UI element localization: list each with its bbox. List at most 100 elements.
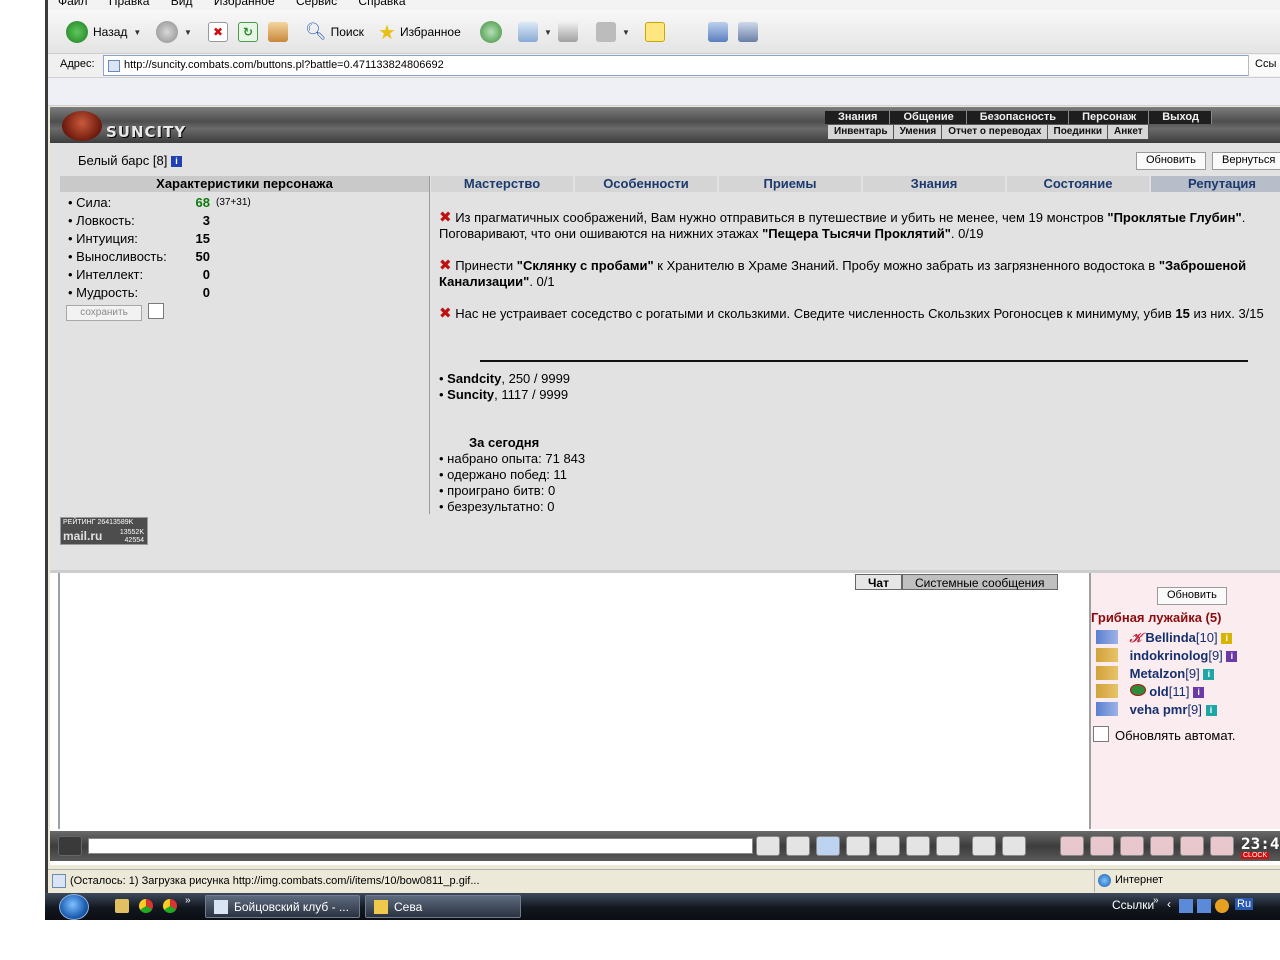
messenger-button[interactable] bbox=[708, 20, 728, 44]
nav-knowledge[interactable]: Знания bbox=[825, 111, 891, 124]
tray-icon[interactable] bbox=[1179, 899, 1193, 913]
tray-icon[interactable] bbox=[1197, 899, 1211, 913]
chevron-down-icon[interactable]: ▼ bbox=[622, 28, 630, 37]
chrome-icon[interactable] bbox=[139, 899, 153, 913]
user-item[interactable]: 𝒦 Bellinda[10] i bbox=[1096, 630, 1233, 646]
scroll-icon[interactable] bbox=[1090, 836, 1114, 856]
user-action-icon[interactable] bbox=[1096, 666, 1118, 680]
tray-icon[interactable] bbox=[1215, 899, 1229, 913]
stop-button[interactable]: ✖ bbox=[208, 20, 228, 44]
info-icon[interactable]: i bbox=[1203, 669, 1215, 680]
lock-icon[interactable] bbox=[1180, 836, 1204, 856]
user-item[interactable]: Metalzon[9] i bbox=[1096, 666, 1215, 681]
url-input[interactable]: http://suncity.combats.com/buttons.pl?ba… bbox=[103, 55, 1280, 76]
user-action-icon[interactable] bbox=[1096, 630, 1118, 644]
info-icon[interactable]: i bbox=[170, 156, 182, 167]
tab-reputation[interactable]: Репутация bbox=[1151, 176, 1280, 192]
chevron-right-icon[interactable]: » bbox=[1153, 895, 1159, 906]
exit-icon[interactable] bbox=[1210, 836, 1234, 856]
user-action-icon[interactable] bbox=[1096, 702, 1118, 716]
task-folder[interactable]: Сева bbox=[365, 895, 521, 918]
chevron-down-icon[interactable]: ▼ bbox=[184, 28, 192, 37]
user-action-icon[interactable] bbox=[1096, 684, 1118, 698]
chat-input[interactable] bbox=[88, 838, 753, 854]
stats-checkbox[interactable] bbox=[148, 303, 164, 319]
return-button[interactable]: Вернуться bbox=[1212, 152, 1280, 170]
menu-favorites[interactable]: Избранное bbox=[204, 0, 283, 8]
search-button[interactable]: 🔍︎ Поиск bbox=[305, 20, 364, 44]
forward-button[interactable]: ▼ bbox=[156, 20, 192, 44]
clear-icon[interactable] bbox=[786, 836, 810, 856]
research-button[interactable] bbox=[738, 20, 758, 44]
refresh-button[interactable]: Обновить bbox=[1136, 152, 1206, 170]
rating-counter[interactable]: РЕЙТИНГ 26413589K mail.ru 13552K 42554 bbox=[60, 517, 148, 545]
filter-icon[interactable] bbox=[816, 836, 840, 856]
tab-features[interactable]: Особенности bbox=[575, 176, 717, 192]
sound-icon[interactable] bbox=[936, 836, 960, 856]
home-button[interactable] bbox=[268, 20, 288, 44]
refresh-button[interactable]: ↻ bbox=[238, 20, 258, 44]
auto-refresh-checkbox[interactable] bbox=[1093, 726, 1109, 742]
user-action-icon[interactable] bbox=[1096, 648, 1118, 662]
tab-techniques[interactable]: Приемы bbox=[719, 176, 861, 192]
tab-condition[interactable]: Состояние bbox=[1007, 176, 1149, 192]
subnav-profile[interactable]: Анкет bbox=[1108, 125, 1149, 139]
menu-view[interactable]: Вид bbox=[161, 0, 201, 8]
private-icon[interactable] bbox=[906, 836, 930, 856]
chrome-icon[interactable] bbox=[163, 899, 177, 913]
links-toolbar-label[interactable]: Ссылки bbox=[1112, 898, 1154, 912]
users-refresh-button[interactable]: Обновить bbox=[1157, 587, 1227, 605]
subnav-transfers[interactable]: Отчет о переводах bbox=[942, 125, 1048, 139]
user-item[interactable]: veha pmr[9] i bbox=[1096, 702, 1217, 717]
chevron-down-icon[interactable]: ▼ bbox=[544, 28, 552, 37]
today-item: • безрезультатно: 0 bbox=[439, 499, 555, 514]
edit-button[interactable]: ▼ bbox=[596, 20, 630, 44]
save-log-icon[interactable] bbox=[846, 836, 870, 856]
helmet-icon[interactable] bbox=[1002, 836, 1026, 856]
back-button[interactable]: Назад ▼ bbox=[66, 20, 141, 44]
user-item[interactable]: old[11] i bbox=[1096, 684, 1205, 699]
tab-chat[interactable]: Чат bbox=[855, 574, 902, 590]
bag-icon[interactable] bbox=[1120, 836, 1144, 856]
language-indicator[interactable]: Ru bbox=[1235, 898, 1254, 910]
info-icon[interactable]: i bbox=[1221, 633, 1233, 644]
save-button[interactable]: сохранить bbox=[66, 305, 142, 321]
subnav-battles[interactable]: Поединки bbox=[1048, 125, 1109, 139]
tab-system-messages[interactable]: Системные сообщения bbox=[901, 574, 1058, 590]
emote-icon[interactable] bbox=[58, 836, 82, 856]
chevron-right-icon[interactable]: » bbox=[185, 895, 191, 906]
nav-exit[interactable]: Выход bbox=[1149, 111, 1212, 124]
user-item[interactable]: indokrinolog[9] i bbox=[1096, 648, 1238, 663]
armor-icon[interactable] bbox=[1150, 836, 1174, 856]
info-icon[interactable]: i bbox=[1226, 651, 1238, 662]
nav-security[interactable]: Безопасность bbox=[967, 111, 1070, 124]
favorites-button[interactable]: ★ Избранное bbox=[378, 20, 461, 44]
mail-button[interactable]: ▼ bbox=[518, 20, 552, 44]
task-browser[interactable]: Бойцовский клуб - ... bbox=[205, 895, 360, 918]
potion-icon[interactable] bbox=[1060, 836, 1084, 856]
quick-launch-icon[interactable] bbox=[115, 899, 129, 913]
links-button[interactable]: Ссы bbox=[1248, 55, 1280, 76]
chevron-down-icon[interactable]: ▼ bbox=[133, 28, 141, 37]
smile-icon[interactable] bbox=[972, 836, 996, 856]
fight-icon[interactable] bbox=[876, 836, 900, 856]
subnav-skills[interactable]: Умения bbox=[894, 125, 943, 139]
menu-help[interactable]: Справка bbox=[348, 0, 413, 8]
info-icon[interactable]: i bbox=[1205, 705, 1217, 716]
subnav-inventory[interactable]: Инвентарь bbox=[828, 125, 894, 139]
menu-file[interactable]: Файл bbox=[48, 0, 96, 8]
today-item: • набрано опыта: 71 843 bbox=[439, 451, 586, 466]
menu-edit[interactable]: Правка bbox=[99, 0, 158, 8]
send-icon[interactable] bbox=[756, 836, 780, 856]
menu-tools[interactable]: Сервис bbox=[286, 0, 345, 8]
tab-knowledge[interactable]: Знания bbox=[863, 176, 1005, 192]
print-button[interactable] bbox=[558, 20, 578, 44]
chevron-left-icon[interactable]: ‹ bbox=[1167, 897, 1171, 911]
nav-character[interactable]: Персонаж bbox=[1069, 111, 1150, 124]
history-button[interactable] bbox=[480, 20, 502, 44]
discuss-button[interactable] bbox=[645, 20, 665, 44]
nav-communication[interactable]: Общение bbox=[890, 111, 967, 124]
start-button[interactable] bbox=[59, 894, 89, 920]
tab-mastery[interactable]: Мастерство bbox=[431, 176, 573, 192]
info-icon[interactable]: i bbox=[1193, 687, 1205, 698]
